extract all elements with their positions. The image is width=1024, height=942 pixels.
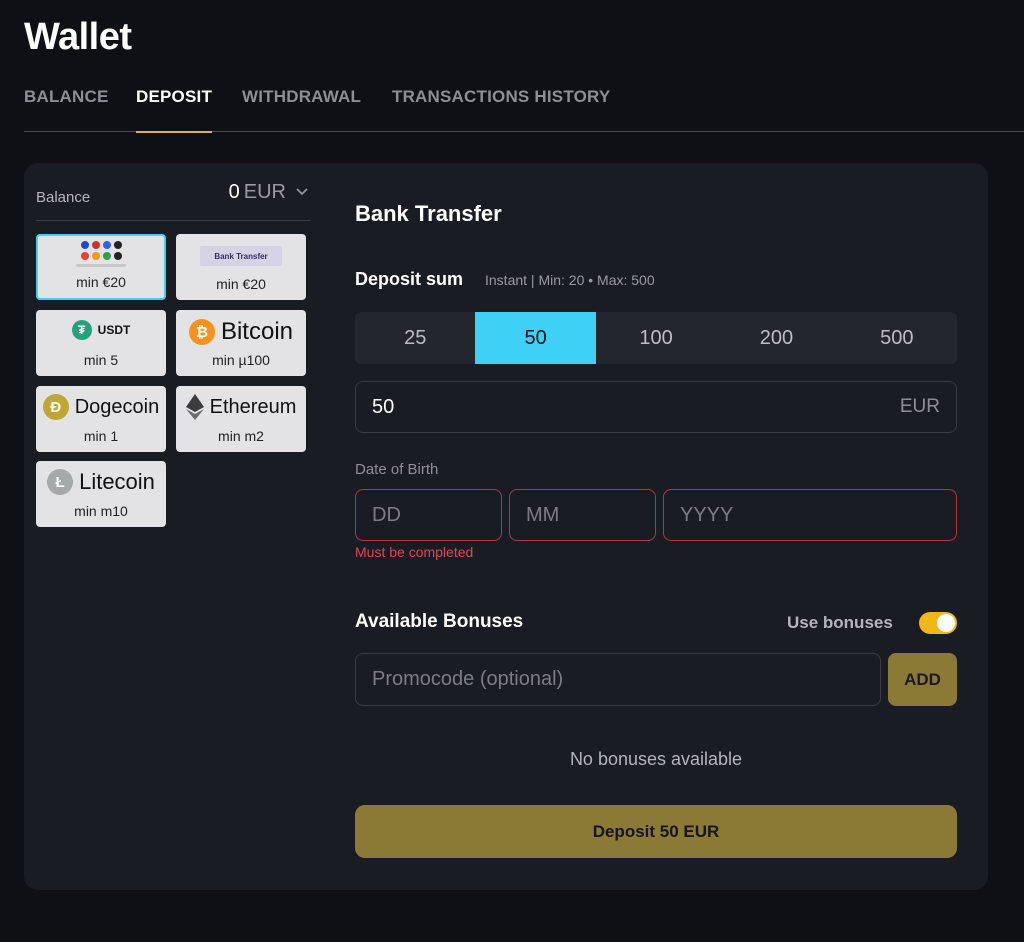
dob-month-field [509,489,656,541]
method-brand: Ethereum [209,395,297,418]
use-bonuses-toggle[interactable] [919,612,957,634]
amount-presets: 25 50 100 200 500 [355,312,957,364]
bank-transfer-logo-text: Bank Transfer [214,251,268,261]
method-usdt[interactable]: ₮ USDT min 5 [36,310,166,376]
tab-withdrawal[interactable]: WITHDRAWAL [242,86,361,132]
method-cards[interactable]: min €20 [36,234,166,300]
deposit-button[interactable]: Deposit 50 EUR [355,805,957,858]
balance-value: 0 [228,181,240,203]
dob-month-input[interactable] [510,490,655,540]
bitcoin-icon: ₿ [188,319,215,345]
balance-currency: EUR [243,181,286,203]
litecoin-icon: Ł [47,469,74,495]
method-min: min €20 [216,276,266,292]
page-title: Wallet [24,16,132,58]
amount-field: EUR [355,381,957,433]
amount-option-50[interactable]: 50 [475,312,596,364]
promocode-input[interactable] [356,654,880,705]
balance-amount: 0 EUR [229,181,286,204]
dob-label: Date of Birth [355,461,439,478]
method-brand: Bitcoin [220,318,294,345]
promocode-field [355,653,881,706]
add-promocode-button[interactable]: ADD [888,653,957,706]
method-litecoin[interactable]: Ł Litecoin min m10 [36,461,166,527]
chevron-down-icon[interactable] [294,183,310,199]
toggle-knob [937,614,955,632]
amount-option-25[interactable]: 25 [355,312,475,364]
dob-year-input[interactable] [664,490,956,540]
amount-currency: EUR [899,396,940,417]
method-min: min µ100 [212,352,270,368]
method-min: min 5 [83,352,119,368]
dob-day-field [355,489,502,541]
ethereum-icon [185,394,204,420]
dob-day-input[interactable] [356,490,501,540]
amount-input[interactable] [356,382,956,432]
payment-logos-icon [38,241,164,267]
method-min: min m2 [218,428,264,444]
tab-transactions-history[interactable]: TRANSACTIONS HISTORY [392,86,610,132]
wallet-tabs: BALANCE DEPOSIT WITHDRAWAL TRANSACTIONS … [24,86,1024,133]
method-dogecoin[interactable]: Ð Dogecoin min 1 [36,386,166,452]
deposit-sum-label: Deposit sum [355,269,464,289]
method-brand: Dogecoin [74,395,160,418]
method-min: min 1 [83,428,119,444]
dob-year-field [663,489,957,541]
amount-option-100[interactable]: 100 [596,312,716,364]
method-bitcoin[interactable]: ₿ Bitcoin min µ100 [176,310,306,376]
balance-label: Balance [36,189,91,206]
method-brand: USDT [97,323,131,337]
method-ethereum[interactable]: Ethereum min m2 [176,386,306,452]
balance-row[interactable]: Balance 0 EUR [36,181,310,221]
method-min: min m10 [74,503,128,519]
dogecoin-icon: Ð [42,394,69,420]
method-min: min €20 [76,274,126,290]
bonuses-title: Available Bonuses [355,611,524,632]
no-bonuses-message: No bonuses available [569,749,743,769]
deposit-limits: Instant | Min: 20 • Max: 500 [485,272,655,288]
use-bonuses-label: Use bonuses [787,613,893,632]
method-brand: Litecoin [79,469,155,494]
tether-icon: ₮ [71,320,92,340]
method-bank-transfer[interactable]: Bank Transfer min €20 [176,234,306,300]
tab-deposit[interactable]: DEPOSIT [136,86,213,133]
deposit-card: Balance 0 EUR min €20 Bank Transfer min €… [24,163,988,890]
dob-error-message: Must be completed [355,544,474,560]
amount-option-200[interactable]: 200 [716,312,836,364]
amount-option-500[interactable]: 500 [837,312,957,364]
bank-transfer-logo: Bank Transfer [200,246,282,266]
form-title: Bank Transfer [355,201,502,226]
tab-balance[interactable]: BALANCE [24,86,109,132]
